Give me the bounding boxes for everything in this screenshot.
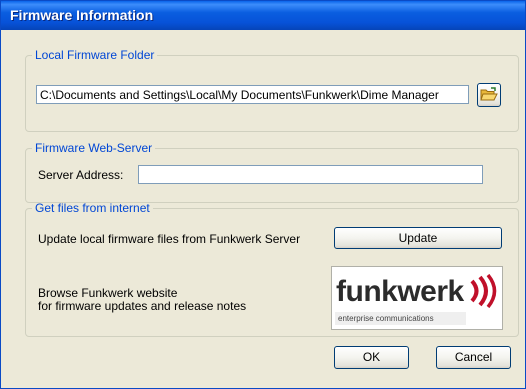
firmware-information-dialog: Firmware Information Local Firmware Fold… [0,0,526,389]
cancel-button[interactable]: Cancel [436,346,511,369]
update-button[interactable]: Update [334,227,502,249]
browse-folder-button[interactable] [477,83,501,107]
signal-waves-icon [470,274,497,308]
firmware-web-server-legend: Firmware Web-Server [35,141,153,155]
browse-website-text-line2: for firmware updates and release notes [38,299,247,313]
title-bar[interactable]: Firmware Information [1,1,525,30]
funkwerk-wordmark: funkwerk [336,275,464,308]
server-address-input[interactable] [138,165,483,184]
browse-website-text-line1: Browse Funkwerk website [38,286,178,300]
local-firmware-folder-legend: Local Firmware Folder [35,48,155,62]
funkwerk-logo-link[interactable]: funkwerk enterprise communications [331,266,503,330]
folder-open-icon [480,86,498,100]
server-address-label: Server Address: [38,168,124,182]
update-description: Update local firmware files from Funkwer… [38,232,301,246]
ok-button[interactable]: OK [334,346,409,369]
get-files-from-internet-legend: Get files from internet [35,201,150,215]
firmware-folder-path-field[interactable]: C:\Documents and Settings\Local\My Docum… [36,85,469,104]
funkwerk-tagline: enterprise communications [335,312,466,325]
window-title: Firmware Information [10,7,154,23]
